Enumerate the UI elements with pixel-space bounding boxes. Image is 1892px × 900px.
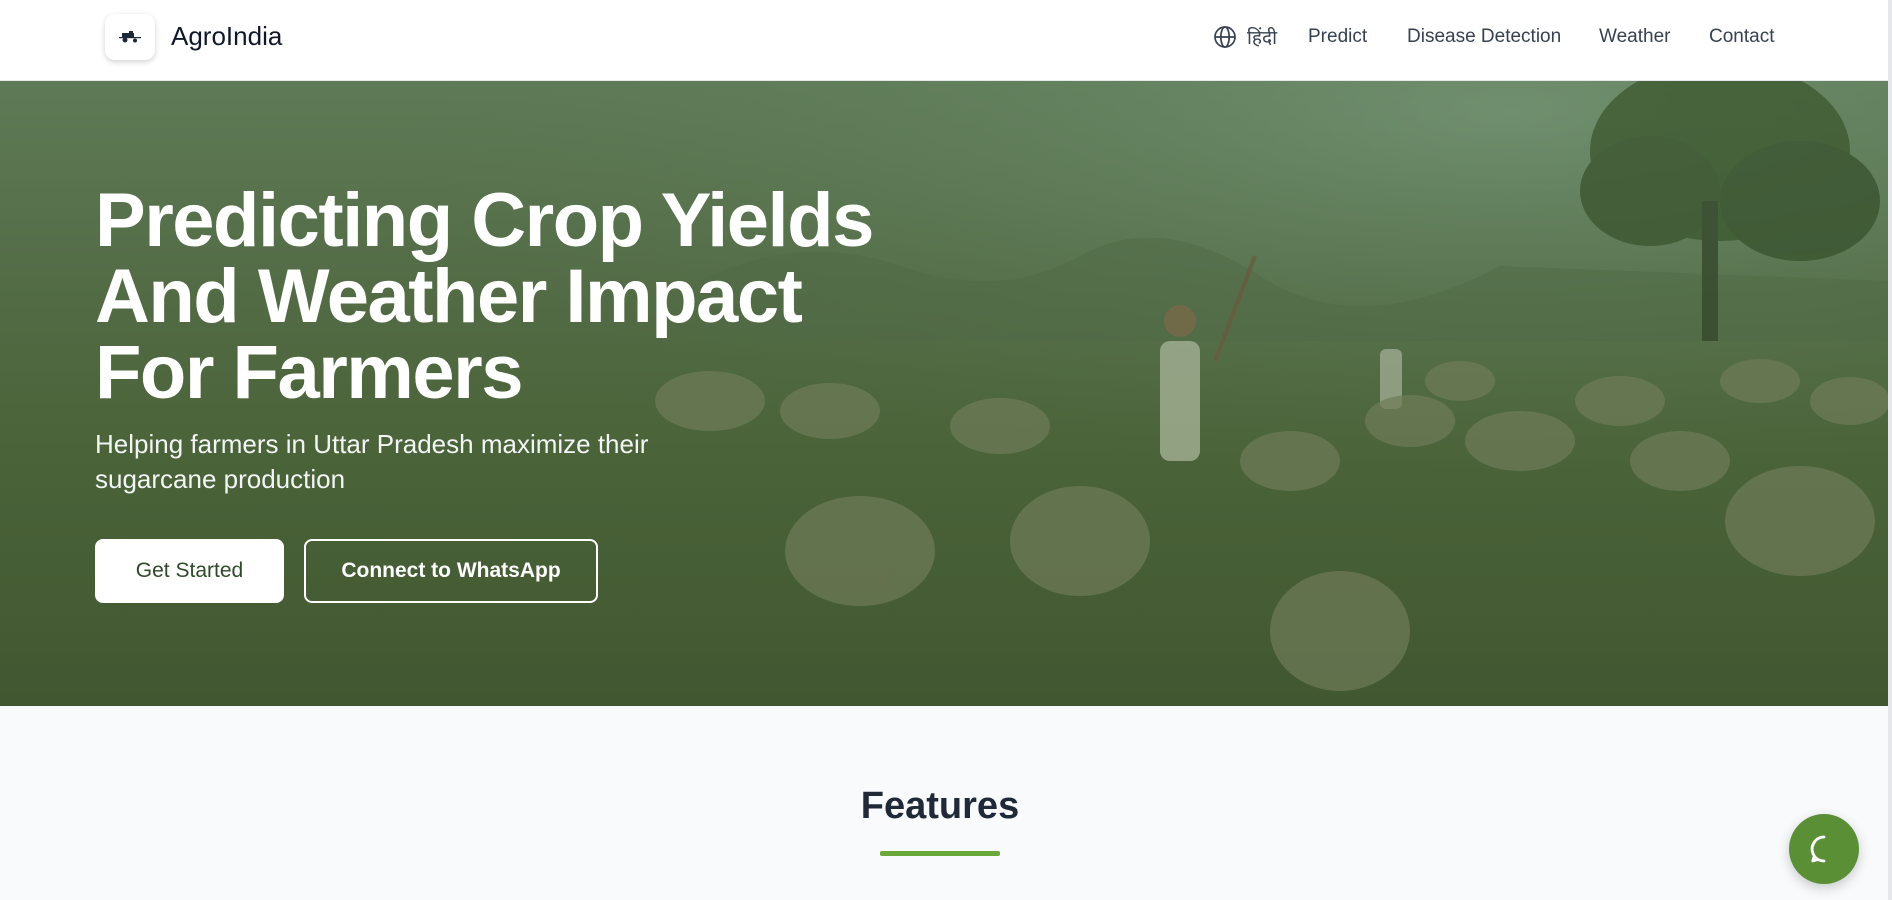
nav-link-contact[interactable]: Contact: [1709, 26, 1774, 48]
hero-title: Predicting Crop Yields And Weather Impac…: [95, 183, 915, 411]
chat-button[interactable]: [1789, 814, 1859, 884]
hero-subtitle: Helping farmers in Uttar Pradesh maximiz…: [95, 427, 715, 497]
nav-link-disease-detection[interactable]: Disease Detection: [1407, 26, 1561, 48]
tractor-icon: [119, 31, 141, 43]
hero-title-line-1: Predicting Crop Yields: [95, 178, 874, 263]
brand-name[interactable]: AgroIndia: [171, 21, 282, 52]
scrollbar[interactable]: [1888, 0, 1892, 900]
hero-subtitle-line-1: Helping farmers in Uttar Pradesh maximiz…: [95, 429, 649, 459]
nav-link-predict[interactable]: Predict: [1308, 26, 1367, 48]
hero-title-line-3: For Farmers: [95, 330, 524, 415]
site-header: AgroIndia हिंदी Predict Disease Detectio…: [0, 0, 1892, 81]
features-underline: [880, 851, 1000, 856]
get-started-button[interactable]: Get Started: [95, 539, 284, 603]
connect-whatsapp-button[interactable]: Connect to WhatsApp: [304, 539, 598, 603]
chat-bubble-icon: [1810, 835, 1826, 863]
nav-link-weather[interactable]: Weather: [1599, 26, 1670, 48]
language-toggle[interactable]: हिंदी: [1213, 24, 1277, 50]
features-title: Features: [860, 785, 1020, 827]
hero-subtitle-line-2: sugarcane production: [95, 464, 346, 494]
hero-section: Predicting Crop Yields And Weather Impac…: [0, 81, 1888, 706]
language-label: हिंदी: [1247, 27, 1278, 49]
globe-icon: [1214, 26, 1236, 48]
hero-title-line-2: And Weather Impact: [95, 254, 803, 339]
brand-logo[interactable]: [105, 14, 155, 60]
